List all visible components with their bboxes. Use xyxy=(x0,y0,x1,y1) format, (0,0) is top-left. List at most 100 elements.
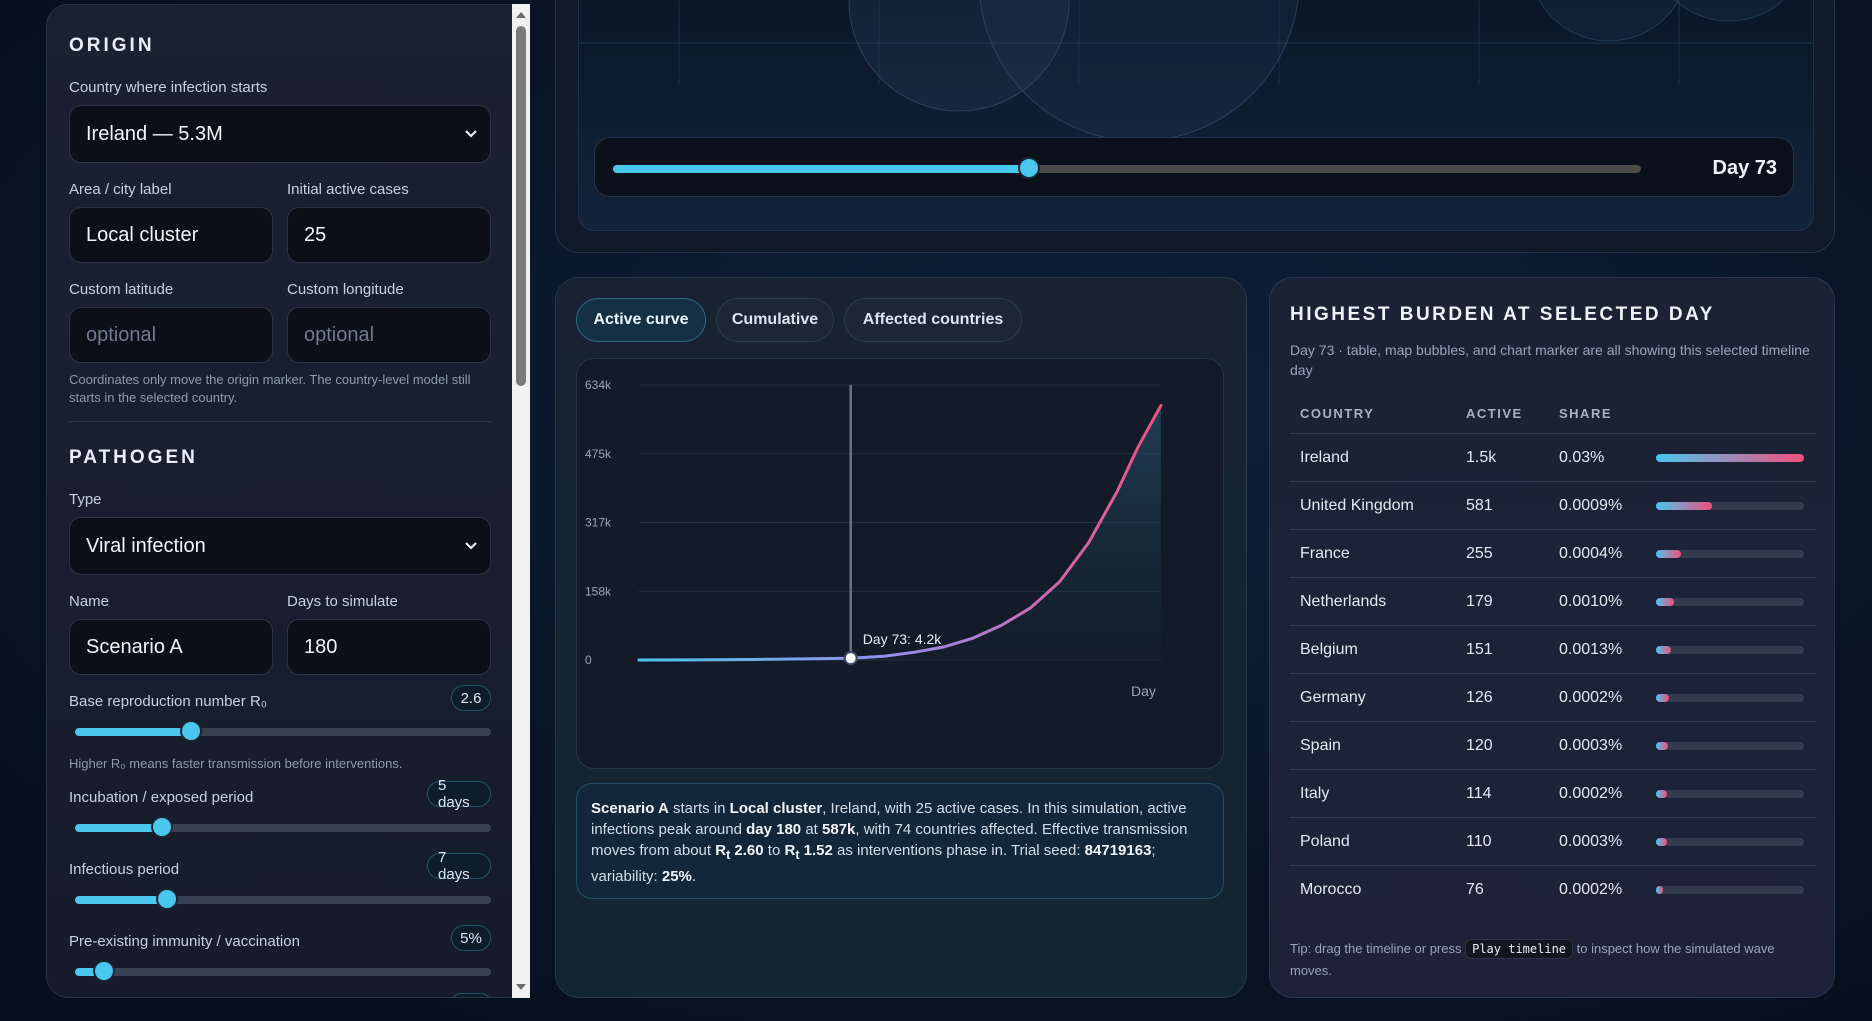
slider-knob[interactable] xyxy=(182,722,201,740)
tab-affected-countries[interactable]: Affected countries xyxy=(844,298,1022,342)
active-curve-chart: 634k 475k 317k 158k 0 Day 73: 4.2k Day xyxy=(576,358,1224,769)
area-input[interactable]: Local cluster xyxy=(69,207,273,263)
table-row[interactable]: Italy 114 0.0002% xyxy=(1290,769,1816,817)
longitude-input[interactable]: optional xyxy=(287,307,491,363)
scroll-up-arrow-icon[interactable] xyxy=(516,12,526,18)
days-label: Days to simulate xyxy=(287,593,398,610)
name-input[interactable]: Scenario A xyxy=(69,619,273,675)
row-share: 0.0003% xyxy=(1559,737,1623,754)
marker-label: Day 73: 4.2k xyxy=(863,631,943,647)
column-header-share: SHARE xyxy=(1559,406,1613,421)
simulation-summary: Scenario A starts in Local cluster, Irel… xyxy=(576,783,1224,899)
scroll-down-arrow-icon[interactable] xyxy=(516,984,526,990)
immunity-slider[interactable] xyxy=(75,962,491,980)
row-country: Belgium xyxy=(1300,641,1358,658)
summary-text: to xyxy=(763,842,785,859)
infectious-slider[interactable] xyxy=(75,890,491,908)
area-fill xyxy=(639,405,1161,660)
slider-knob[interactable] xyxy=(157,890,176,908)
table-row[interactable]: Germany 126 0.0002% xyxy=(1290,673,1816,721)
row-country: Italy xyxy=(1300,785,1330,802)
row-share: 0.0009% xyxy=(1559,497,1623,514)
y-tick-label: 475k xyxy=(585,447,612,461)
pathogen-type-select[interactable]: Viral infection xyxy=(69,517,491,575)
name-input-value: Scenario A xyxy=(86,635,183,658)
r0-slider[interactable] xyxy=(75,722,491,740)
table-row[interactable]: Belgium 151 0.0013% xyxy=(1290,625,1816,673)
play-timeline-code: Play timeline xyxy=(1465,939,1574,959)
share-bar-fill xyxy=(1656,646,1671,654)
days-input[interactable]: 180 xyxy=(287,619,491,675)
summary-scenario: Scenario A xyxy=(591,800,669,817)
summary-text: as interventions phase in. Trial seed: xyxy=(832,842,1085,859)
r0-hint: Higher R₀ means faster transmission befo… xyxy=(69,756,403,771)
summary-rt-end-value: 1.52 xyxy=(799,842,833,859)
scrollbar-thumb[interactable] xyxy=(516,26,526,386)
summary-rt-start-value: 2.60 xyxy=(730,842,764,859)
slider-fill xyxy=(75,824,163,832)
immunity-value-badge: 5% xyxy=(451,925,491,951)
table-row[interactable]: Netherlands 179 0.0010% xyxy=(1290,577,1816,625)
row-active: 126 xyxy=(1466,689,1493,706)
summary-text: . xyxy=(691,868,697,885)
days-input-value: 180 xyxy=(304,635,338,658)
timeline-slider[interactable] xyxy=(613,159,1641,177)
slider-knob[interactable] xyxy=(1020,159,1039,177)
row-share: 0.0002% xyxy=(1559,785,1623,802)
row-country: Netherlands xyxy=(1300,593,1387,610)
timeline-day-label: Day 73 xyxy=(1712,157,1778,179)
y-tick-label: 158k xyxy=(585,584,612,598)
map-panel: Day 73 xyxy=(555,0,1835,253)
share-bar-track xyxy=(1656,694,1804,702)
area-label: Area / city label xyxy=(69,181,172,198)
cases-input[interactable]: 25 xyxy=(287,207,491,263)
share-bar-track xyxy=(1656,598,1804,606)
table-row[interactable]: France 255 0.0004% xyxy=(1290,529,1816,577)
table-row[interactable]: Ireland 1.5k 0.03% xyxy=(1290,433,1816,481)
area-input-value: Local cluster xyxy=(86,223,199,246)
origin-section-title: ORIGIN xyxy=(69,35,155,56)
r0-value-badge: 2.6 xyxy=(451,685,491,711)
row-share: 0.0003% xyxy=(1559,833,1623,850)
incubation-value-badge: 5 days xyxy=(427,777,491,811)
slider-knob[interactable] xyxy=(153,818,172,836)
type-label: Type xyxy=(69,491,102,508)
incubation-slider[interactable] xyxy=(75,818,491,836)
row-share: 0.0002% xyxy=(1559,689,1623,706)
country-label: Country where infection starts xyxy=(69,79,268,96)
column-header-active: ACTIVE xyxy=(1466,406,1523,421)
longitude-label: Custom longitude xyxy=(287,281,404,298)
summary-text: starts in xyxy=(668,800,730,817)
slider-track xyxy=(75,968,491,976)
row-active: 151 xyxy=(1466,641,1493,658)
table-row[interactable]: Morocco 76 0.0002% xyxy=(1290,865,1816,913)
r0-label: Base reproduction number R₀ xyxy=(69,693,267,710)
table-row[interactable]: United Kingdom 581 0.0009% xyxy=(1290,481,1816,529)
table-row[interactable]: Poland 110 0.0003% xyxy=(1290,817,1816,865)
tab-active-curve[interactable]: Active curve xyxy=(576,298,706,342)
slider-knob[interactable] xyxy=(95,962,114,980)
row-active: 581 xyxy=(1466,497,1493,514)
tab-cumulative[interactable]: Cumulative xyxy=(716,298,834,342)
country-select[interactable]: Ireland — 5.3M xyxy=(69,105,491,163)
latitude-input[interactable]: optional xyxy=(69,307,273,363)
summary-r-symbol: R xyxy=(784,842,796,859)
share-bar-fill xyxy=(1656,886,1664,894)
burden-title: HIGHEST BURDEN AT SELECTED DAY xyxy=(1290,304,1715,325)
slider-fill xyxy=(613,165,1030,173)
row-share: 0.03% xyxy=(1559,449,1605,466)
row-active: 120 xyxy=(1466,737,1493,754)
sidebar-scrollbar[interactable] xyxy=(512,4,530,998)
x-axis-label: Day xyxy=(1131,683,1156,699)
map-bubble xyxy=(979,0,1299,142)
table-row[interactable]: Spain 120 0.0003% xyxy=(1290,721,1816,769)
share-bar-fill xyxy=(1656,790,1668,798)
summary-rt-end: Rt 1.52 xyxy=(784,842,833,862)
chart-svg[interactable]: 634k 475k 317k 158k 0 Day 73: 4.2k Day xyxy=(577,359,1225,770)
row-country: United Kingdom xyxy=(1300,497,1414,514)
timeline-tip: Tip: drag the timeline or press Play tim… xyxy=(1290,938,1820,982)
summary-rt-start: Rt 2.60 xyxy=(715,842,764,862)
row-share: 0.0004% xyxy=(1559,545,1623,562)
y-tick-label: 317k xyxy=(585,516,612,530)
burden-subtitle: Day 73 · table, map bubbles, and chart m… xyxy=(1290,342,1810,378)
